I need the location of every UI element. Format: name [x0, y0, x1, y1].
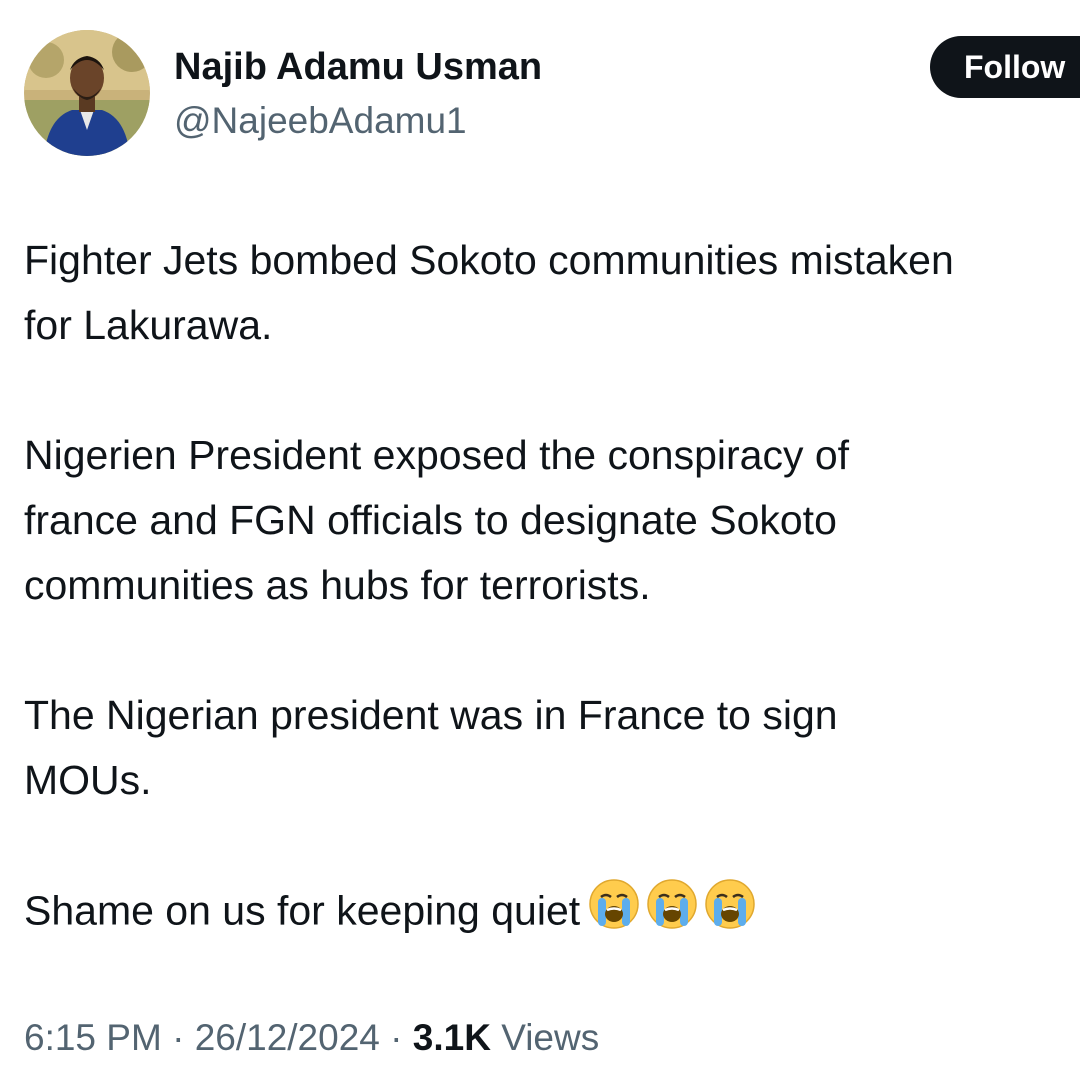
views-label: Views	[501, 1017, 600, 1058]
avatar[interactable]	[24, 30, 150, 156]
tweet-paragraph: Fighter Jets bombed Sokoto communities m…	[24, 228, 1080, 358]
views-count: 3.1K	[412, 1017, 491, 1058]
tweet-line-text: Shame on us for keeping quiet	[24, 887, 581, 934]
author-display-name[interactable]: Najib Adamu Usman	[174, 44, 542, 90]
tweet-line: Shame on us for keeping quiet	[24, 878, 1080, 949]
meta-separator: ·	[172, 1017, 185, 1058]
loudly-crying-face-icon	[646, 878, 698, 949]
author-handle[interactable]: @NajeebAdamu1	[174, 98, 467, 144]
follow-button[interactable]: Follow	[930, 36, 1080, 98]
tweet-text: Fighter Jets bombed Sokoto communities m…	[24, 228, 1080, 949]
tweet-line: france and FGN officials to designate So…	[24, 497, 837, 543]
tweet-paragraph: The Nigerian president was in France to …	[24, 683, 1080, 813]
tweet-meta: 6:15 PM · 26/12/2024 · 3.1K Views	[24, 1014, 599, 1062]
tweet-line: The Nigerian president was in France to …	[24, 692, 838, 738]
tweet-paragraph: Nigerien President exposed the conspirac…	[24, 423, 1080, 618]
tweet-line: for Lakurawa.	[24, 302, 273, 348]
loudly-crying-face-icon	[588, 878, 640, 949]
tweet-date[interactable]: 26/12/2024	[195, 1017, 380, 1058]
loudly-crying-face-icon	[704, 878, 756, 949]
tweet-line: Nigerien President exposed the conspirac…	[24, 432, 850, 478]
tweet-paragraph: Shame on us for keeping quiet	[24, 878, 1080, 949]
tweet-line: MOUs.	[24, 757, 152, 803]
meta-separator: ·	[390, 1017, 403, 1058]
tweet-line: communities as hubs for terrorists.	[24, 562, 651, 608]
tweet-time[interactable]: 6:15 PM	[24, 1017, 162, 1058]
avatar-photo	[24, 30, 150, 156]
tweet-line: Fighter Jets bombed Sokoto communities m…	[24, 237, 954, 283]
emoji-group	[588, 878, 762, 949]
